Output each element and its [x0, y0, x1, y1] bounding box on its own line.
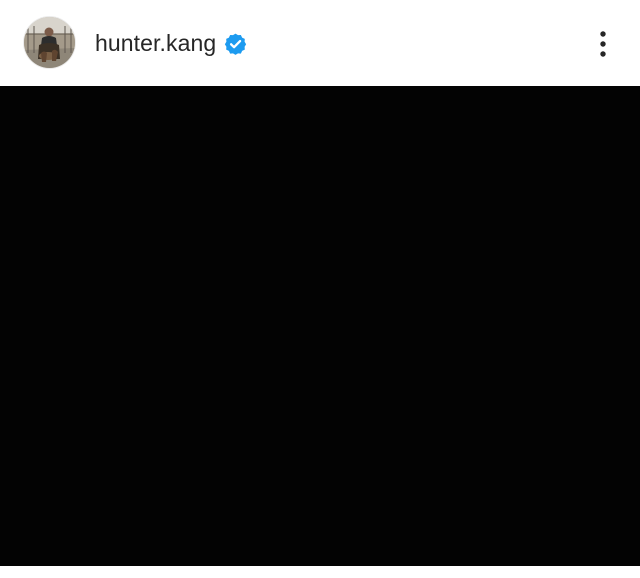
username-row: hunter.kang [95, 28, 247, 58]
username[interactable]: hunter.kang [95, 28, 216, 58]
post-header: hunter.kang [0, 0, 640, 86]
more-options-button[interactable] [591, 28, 615, 60]
more-options-icon [600, 31, 606, 57]
post-footer-strip [0, 566, 640, 578]
post-media[interactable] [0, 86, 640, 566]
verified-badge-icon [225, 33, 247, 55]
avatar-photo [24, 17, 75, 68]
avatar[interactable] [24, 17, 75, 68]
